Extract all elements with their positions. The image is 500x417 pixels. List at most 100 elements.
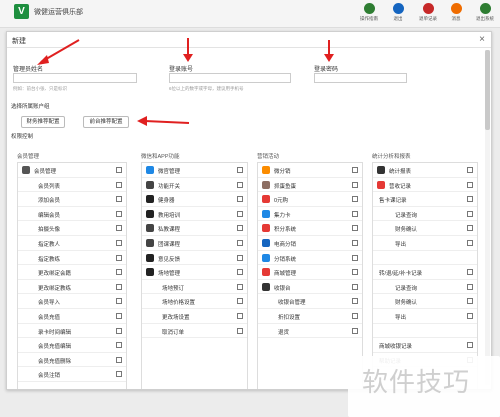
permission-label: 会员管理 xyxy=(34,169,57,175)
close-icon[interactable]: × xyxy=(479,34,485,45)
permission-checkbox[interactable] xyxy=(116,225,122,232)
annotation-arrow-password xyxy=(324,40,334,62)
permission-checkbox[interactable] xyxy=(352,269,358,276)
permission-row: 私教课程 xyxy=(142,221,247,236)
permission-label: 收银台管理 xyxy=(278,300,306,307)
permission-checkbox[interactable] xyxy=(116,327,122,334)
marketing-permission-list: 微分销 抓蛋鱼蛋 0元购 集力卡 积分系统 电商分销 分销系统 商城管理 收银台 收银台管理 折扣设… xyxy=(257,162,363,389)
permission-checkbox[interactable] xyxy=(116,239,122,246)
permission-checkbox[interactable] xyxy=(467,239,473,246)
permission-checkbox[interactable] xyxy=(237,254,243,261)
permission-checkbox[interactable] xyxy=(237,327,243,334)
permission-checkbox[interactable] xyxy=(352,210,358,217)
permission-checkbox[interactable] xyxy=(352,196,358,203)
permission-checkbox[interactable] xyxy=(352,254,358,261)
permission-checkbox[interactable] xyxy=(116,283,122,290)
permission-checkbox[interactable] xyxy=(467,167,473,173)
top-action-label: 消息 xyxy=(451,16,461,21)
wechat-permission-list: 微官管理 功能开关 健身器 教用培训 私教课程 团课课程 意见反馈 场地管理 场地预订 场地价格设… xyxy=(141,162,248,389)
permission-label: 编辑会员 xyxy=(38,212,61,219)
frontdesk-template-button[interactable]: 前台推荐配置 xyxy=(83,116,129,128)
admin-name-input[interactable] xyxy=(13,73,137,83)
permission-checkbox[interactable] xyxy=(467,298,473,305)
permission-checkbox[interactable] xyxy=(116,269,122,276)
permission-row: 售卡课记录 xyxy=(373,192,477,207)
permission-checkbox[interactable] xyxy=(237,269,243,276)
top-action-label: 退出系统 xyxy=(476,16,494,21)
permission-checkbox[interactable] xyxy=(467,196,473,203)
permission-icon xyxy=(146,224,154,233)
permission-checkbox[interactable] xyxy=(467,181,473,188)
permission-row: 0元购 xyxy=(258,192,362,207)
permission-label: 团课课程 xyxy=(158,241,181,248)
permission-checkbox[interactable] xyxy=(467,225,473,232)
permission-checkbox[interactable] xyxy=(116,167,122,173)
permission-checkbox[interactable] xyxy=(237,167,243,173)
permission-checkbox[interactable] xyxy=(237,225,243,232)
permission-checkbox[interactable] xyxy=(237,181,243,188)
login-account-input[interactable] xyxy=(169,73,291,83)
top-action-button[interactable]: 退出系统 xyxy=(471,3,499,25)
permission-checkbox[interactable] xyxy=(467,312,473,319)
annotation-arrow-template xyxy=(137,116,190,126)
login-account-hint: 6位以上的数字或字母，建议用手机号 xyxy=(169,86,244,91)
permission-label: 商城管理 xyxy=(274,271,297,278)
permission-checkbox[interactable] xyxy=(237,239,243,246)
permission-row: 场地预订 xyxy=(142,280,247,295)
login-password-input[interactable] xyxy=(314,73,407,83)
permission-checkbox[interactable] xyxy=(116,210,122,217)
permission-label: 售卡课记录 xyxy=(379,198,407,205)
permission-label: 财务确认 xyxy=(395,227,418,234)
permission-label: 折扣设置 xyxy=(278,314,301,321)
permission-label: 转/退/延/补卡记录 xyxy=(379,271,423,278)
permission-icon xyxy=(146,195,154,204)
permission-row: 更改绑定教练 xyxy=(18,280,126,295)
permission-checkbox[interactable] xyxy=(352,225,358,232)
permission-checkbox[interactable] xyxy=(116,196,122,203)
permission-checkbox[interactable] xyxy=(116,181,122,188)
permission-row: 更改场设置 xyxy=(142,309,247,324)
permission-checkbox[interactable] xyxy=(116,254,122,261)
permission-checkbox[interactable] xyxy=(116,312,122,319)
permission-checkbox[interactable] xyxy=(237,298,243,305)
permission-checkbox[interactable] xyxy=(237,283,243,290)
permission-checkbox[interactable] xyxy=(352,239,358,246)
finance-template-button[interactable]: 财务推荐配置 xyxy=(21,116,65,128)
permission-checkbox[interactable] xyxy=(237,210,243,217)
app-logo-icon: V xyxy=(14,4,29,19)
permission-checkbox[interactable] xyxy=(467,269,473,276)
permission-checkbox[interactable] xyxy=(352,312,358,319)
permission-checkbox[interactable] xyxy=(116,371,122,378)
login-password-label: 登录密码 xyxy=(314,67,339,73)
permission-checkbox[interactable] xyxy=(352,283,358,290)
permission-checkbox[interactable] xyxy=(116,342,122,349)
top-action-button[interactable]: 消息 xyxy=(442,3,470,25)
permission-checkbox[interactable] xyxy=(237,196,243,203)
top-action-button[interactable]: 退单记录 xyxy=(414,3,442,25)
permission-checkbox[interactable] xyxy=(237,312,243,319)
permission-row: 取消订单 xyxy=(142,324,247,339)
permission-checkbox[interactable] xyxy=(467,342,473,349)
permission-row: 积分系统 xyxy=(258,221,362,236)
permission-row: 录卡时间编辑 xyxy=(18,324,126,339)
modal-scroll-thumb[interactable] xyxy=(485,50,490,130)
permission-row: 财务确认 xyxy=(373,294,477,309)
permission-checkbox[interactable] xyxy=(352,298,358,305)
permission-checkbox[interactable] xyxy=(467,283,473,290)
permission-checkbox[interactable] xyxy=(467,210,473,217)
permission-checkbox[interactable] xyxy=(116,356,122,363)
permission-icon xyxy=(262,166,270,174)
permission-label: 分销系统 xyxy=(274,256,297,263)
permission-row: 会员列表 xyxy=(18,178,126,193)
permission-label: 指定教人 xyxy=(38,241,61,248)
permission-label: 0元购 xyxy=(274,198,289,205)
modal-scrollbar[interactable] xyxy=(485,50,490,385)
permission-row: 更改绑定会籍 xyxy=(18,265,126,280)
top-action-button[interactable]: 操作指南 xyxy=(355,3,383,25)
login-account-label: 登录账号 xyxy=(169,67,194,73)
permission-checkbox[interactable] xyxy=(116,298,122,305)
permission-checkbox[interactable] xyxy=(352,181,358,188)
permission-checkbox[interactable] xyxy=(352,327,358,334)
top-action-button[interactable]: 退出 xyxy=(384,3,412,25)
permission-checkbox[interactable] xyxy=(352,167,358,173)
